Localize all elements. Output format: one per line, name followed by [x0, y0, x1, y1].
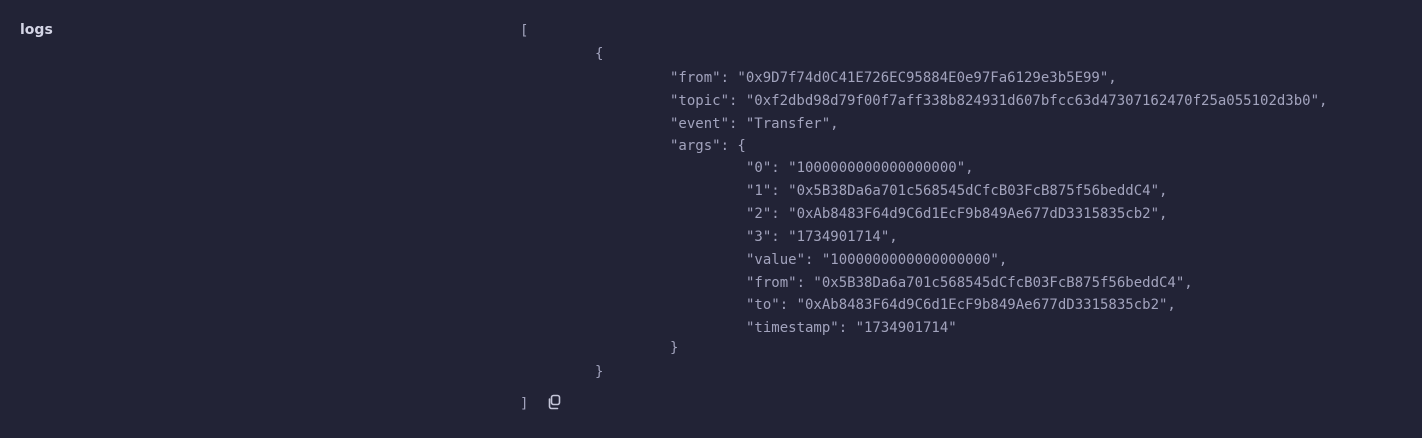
json-arg-from-line: "from": "0x5B38Da6a701c568545dCfcB03FcB8… [746, 275, 1193, 291]
json-arg-2-line: "2": "0xAb8483F64d9C6d1EcF9b849Ae677dD33… [746, 206, 1168, 222]
json-open-brace: { [595, 46, 604, 62]
json-topic-line: "topic": "0xf2dbd98d79f00f7aff338b824931… [670, 93, 1328, 109]
json-arg-value-line: "value": "1000000000000000000", [746, 252, 1008, 268]
json-from-line: "from": "0x9D7f74d0C41E726EC95884E0e97Fa… [670, 70, 1117, 86]
json-event-line: "event": "Transfer", [670, 116, 839, 132]
json-arg-to-line: "to": "0xAb8483F64d9C6d1EcF9b849Ae677dD3… [746, 297, 1176, 313]
json-args-open-line: "args": { [670, 138, 746, 154]
copy-icon[interactable] [546, 394, 562, 410]
logs-label: logs [20, 22, 53, 38]
json-open-bracket: [ [520, 23, 529, 39]
json-arg-timestamp-line: "timestamp": "1734901714" [746, 320, 957, 336]
json-arg-3-line: "3": "1734901714", [746, 229, 898, 245]
json-close-brace: } [595, 364, 604, 380]
json-arg-1-line: "1": "0x5B38Da6a701c568545dCfcB03FcB875f… [746, 183, 1168, 199]
json-arg-0-line: "0": "1000000000000000000", [746, 160, 974, 176]
copy-icon-graphic [548, 394, 561, 410]
json-close-bracket: ] [520, 396, 529, 412]
json-args-close-brace: } [670, 340, 679, 356]
